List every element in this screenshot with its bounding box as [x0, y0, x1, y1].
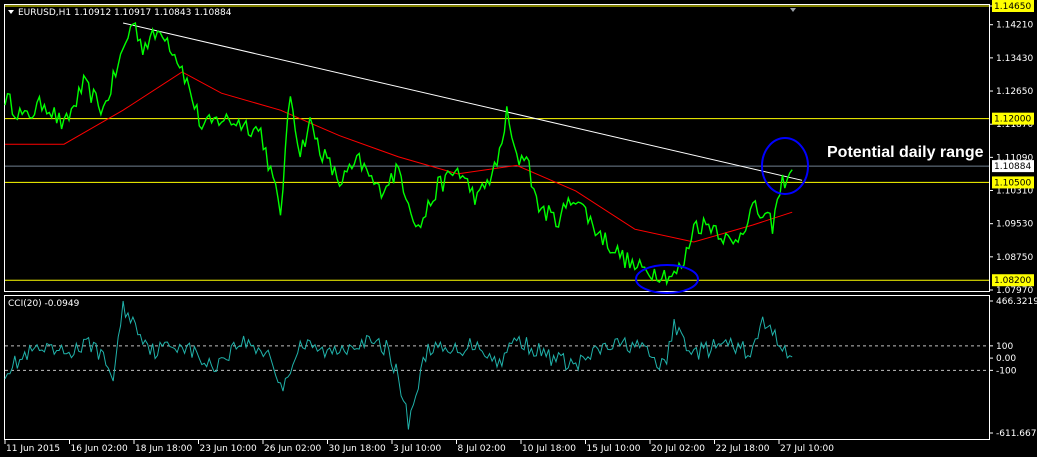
cci-tick-label: 100 — [996, 342, 1013, 352]
symbol-header: EURUSD,H1 1.10912 1.10917 1.10843 1.1088… — [18, 8, 232, 18]
level-tag-label: 1.12000 — [994, 115, 1031, 125]
time-tick-label: 22 Jul 18:00 — [716, 444, 770, 454]
time-tick-label: 15 Jul 10:00 — [587, 444, 641, 454]
cci-tick-label: 466.3219 — [996, 297, 1037, 307]
time-tick-label: 18 Jun 18:00 — [135, 444, 192, 454]
time-tick-label: 23 Jun 10:00 — [200, 444, 257, 454]
time-tick-label: 11 Jun 2015 — [6, 444, 60, 454]
chart-background — [0, 0, 1037, 457]
price-tick-label: 1.13430 — [996, 54, 1033, 64]
price-tick-label: 1.14210 — [996, 21, 1033, 31]
level-tag-label: 1.08200 — [994, 276, 1031, 286]
cci-tick-label: -611.6673 — [996, 429, 1037, 439]
level-tag-label: 1.10500 — [994, 178, 1031, 188]
time-tick-label: 26 Jun 02:00 — [264, 444, 321, 454]
cci-tick-label: -100 — [996, 366, 1017, 376]
price-tick-label: 1.09530 — [996, 220, 1033, 230]
current-price-label: 1.10884 — [994, 162, 1031, 172]
chart-window[interactable]: EURUSD,H1 1.10912 1.10917 1.10843 1.1088… — [0, 0, 1037, 457]
time-tick-label: 27 Jul 10:00 — [780, 444, 834, 454]
time-tick-label: 16 Jun 02:00 — [71, 444, 128, 454]
indicator-header: CCI(20) -0.0949 — [8, 299, 80, 309]
time-tick-label: 3 Jul 10:00 — [393, 444, 442, 454]
level-tag-label: 1.14650 — [994, 2, 1031, 12]
time-tick-label: 20 Jul 02:00 — [651, 444, 705, 454]
time-tick-label: 30 Jun 18:00 — [329, 444, 386, 454]
price-tick-label: 1.12650 — [996, 87, 1033, 97]
price-tick-label: 1.08750 — [996, 253, 1033, 263]
cci-tick-label: 0.00 — [996, 354, 1016, 364]
time-tick-label: 8 Jul 02:00 — [458, 444, 507, 454]
time-tick-label: 10 Jul 18:00 — [522, 444, 576, 454]
annotation-text: Potential daily range — [827, 144, 984, 161]
price-tick-label: 1.07970 — [996, 286, 1033, 296]
